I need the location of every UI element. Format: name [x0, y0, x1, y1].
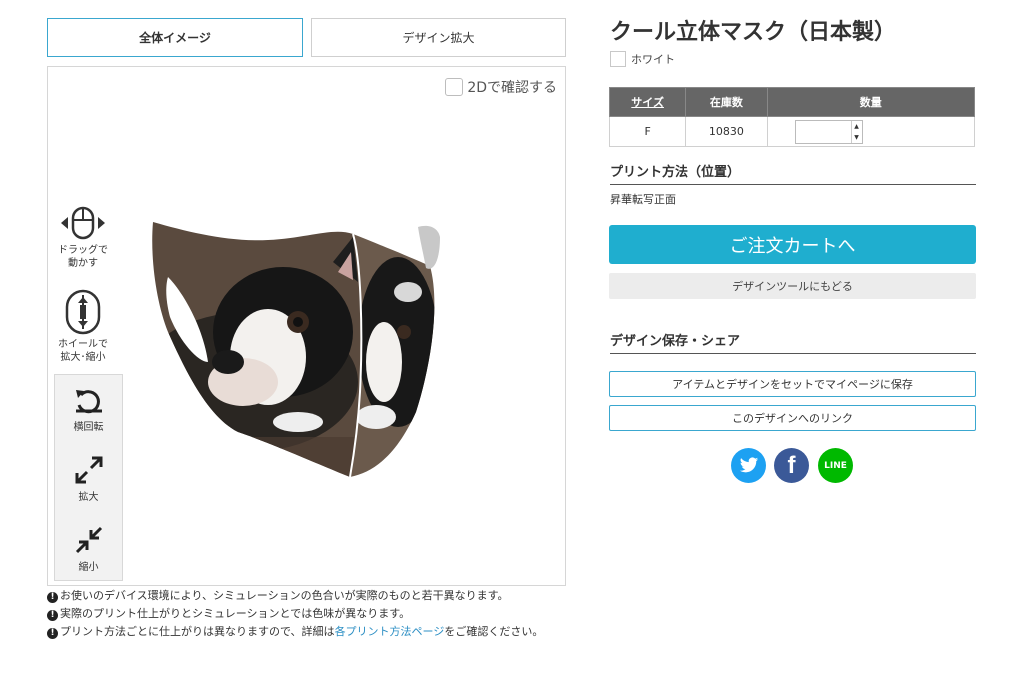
note-2: ! 実際のプリント仕上がりとシミュレーションとでは色味が異なります。: [47, 608, 567, 621]
mouse-wheel-icon: [65, 289, 101, 335]
size-cell: F: [608, 116, 687, 147]
stock-table: サイズ 在庫数 数量 F 10830 ▲ ▼: [608, 87, 976, 147]
note-3: ! プリント方法ごとに仕上がりは異なりますので、詳細は各プリント方法ページをご確認…: [47, 626, 567, 639]
qty-cell: ▲ ▼: [766, 116, 976, 147]
note-2-text: 実際のプリント仕上がりとシミュレーションとでは色味が異なります。: [60, 607, 411, 620]
back-to-design-tool-label: デザインツールにもどる: [732, 280, 853, 293]
spin-down-icon[interactable]: ▼: [852, 132, 862, 143]
line-share-button[interactable]: LINE: [818, 448, 853, 483]
twitter-icon: [739, 457, 758, 473]
hint-wheel: ホイールで 拡大･縮小: [48, 289, 118, 364]
order-cart-button[interactable]: ご注文カートへ: [609, 225, 976, 264]
warning-icon: !: [47, 628, 58, 639]
color-option[interactable]: ホワイト: [610, 51, 675, 67]
warning-icon: !: [47, 610, 58, 621]
tab-full-image-label: 全体イメージ: [139, 31, 211, 45]
note-3-post: をご確認ください。: [444, 625, 544, 638]
note-3-pre: プリント方法ごとに仕上がりは異なりますので、詳細は: [60, 625, 335, 638]
quantity-input[interactable]: [795, 120, 851, 143]
compress-icon: [75, 526, 102, 554]
tab-full-image[interactable]: 全体イメージ: [47, 18, 303, 57]
rotate-button[interactable]: 横回転: [55, 387, 122, 433]
zoom-out-label: 縮小: [78, 562, 99, 573]
stock-cell: 10830: [685, 116, 768, 147]
notes: ! お使いのデバイス環境により、シミュレーションの色合いが実際のものと若干異なりま…: [47, 590, 567, 644]
rotate-icon: [75, 390, 102, 414]
twitter-share-button[interactable]: [731, 448, 766, 483]
note-1-text: お使いのデバイス環境により、シミュレーションの色合いが実際のものと若干異なります…: [60, 589, 509, 602]
hint-drag-text: ドラッグで 動かす: [58, 245, 108, 269]
mask-3d-render[interactable]: [148, 222, 448, 486]
print-method-value: 昇華転写正面: [610, 193, 676, 206]
design-link-label: このデザインへのリンク: [732, 412, 853, 425]
zoom-out-button[interactable]: 縮小: [55, 525, 122, 573]
hint-wheel-text: ホイールで 拡大･縮小: [58, 339, 108, 363]
hint-drag: ドラッグで 動かす: [48, 205, 118, 270]
color-name: ホワイト: [631, 53, 675, 66]
quantity-stepper[interactable]: ▲ ▼: [794, 119, 863, 144]
stock-table-header: サイズ 在庫数 数量: [608, 87, 976, 117]
zoom-in-button[interactable]: 拡大: [55, 455, 122, 503]
tab-design-zoom-label: デザイン拡大: [402, 31, 475, 45]
table-row: F 10830 ▲ ▼: [608, 116, 976, 147]
check-2d-checkbox[interactable]: [445, 78, 464, 96]
mouse-drag-icon: [61, 206, 105, 240]
view-tools-panel: 横回転 拡大 縮小: [54, 374, 123, 581]
warning-icon: !: [47, 592, 58, 603]
design-link-button[interactable]: このデザインへのリンク: [609, 405, 976, 431]
qty-header: 数量: [766, 87, 976, 117]
size-header[interactable]: サイズ: [608, 87, 687, 117]
save-to-mypage-button[interactable]: アイテムとデザインをセットでマイページに保存: [609, 371, 976, 397]
quantity-spinner[interactable]: ▲ ▼: [850, 120, 862, 143]
line-icon: LINE: [824, 460, 847, 471]
color-swatch[interactable]: [610, 51, 626, 67]
expand-icon: [75, 456, 102, 484]
product-title: クール立体マスク（日本製）: [610, 20, 897, 45]
note-1: ! お使いのデバイス環境により、シミュレーションの色合いが実際のものと若干異なりま…: [47, 590, 567, 603]
check-2d[interactable]: 2Dで確認する: [445, 77, 557, 97]
facebook-icon: f: [787, 451, 796, 479]
print-method-link[interactable]: 各プリント方法ページ: [335, 625, 445, 638]
rotate-label: 横回転: [73, 422, 104, 433]
check-2d-label: 2Dで確認する: [467, 80, 557, 96]
facebook-share-button[interactable]: f: [774, 448, 809, 483]
mask-preview-area[interactable]: 2Dで確認する ドラッグで 動かす ホイールで 拡大･縮小 横回転 拡大 縮小: [47, 66, 566, 586]
stock-header: 在庫数: [685, 87, 768, 117]
back-to-design-tool-button[interactable]: デザインツールにもどる: [609, 273, 976, 299]
tab-design-zoom[interactable]: デザイン拡大: [311, 18, 566, 57]
order-cart-label: ご注文カートへ: [729, 235, 856, 257]
save-to-mypage-label: アイテムとデザインをセットでマイページに保存: [672, 378, 913, 391]
zoom-in-label: 拡大: [78, 492, 99, 503]
save-share-heading: デザイン保存・シェア: [610, 330, 976, 354]
spin-up-icon[interactable]: ▲: [852, 121, 862, 132]
print-method-heading: プリント方法（位置）: [610, 161, 976, 185]
